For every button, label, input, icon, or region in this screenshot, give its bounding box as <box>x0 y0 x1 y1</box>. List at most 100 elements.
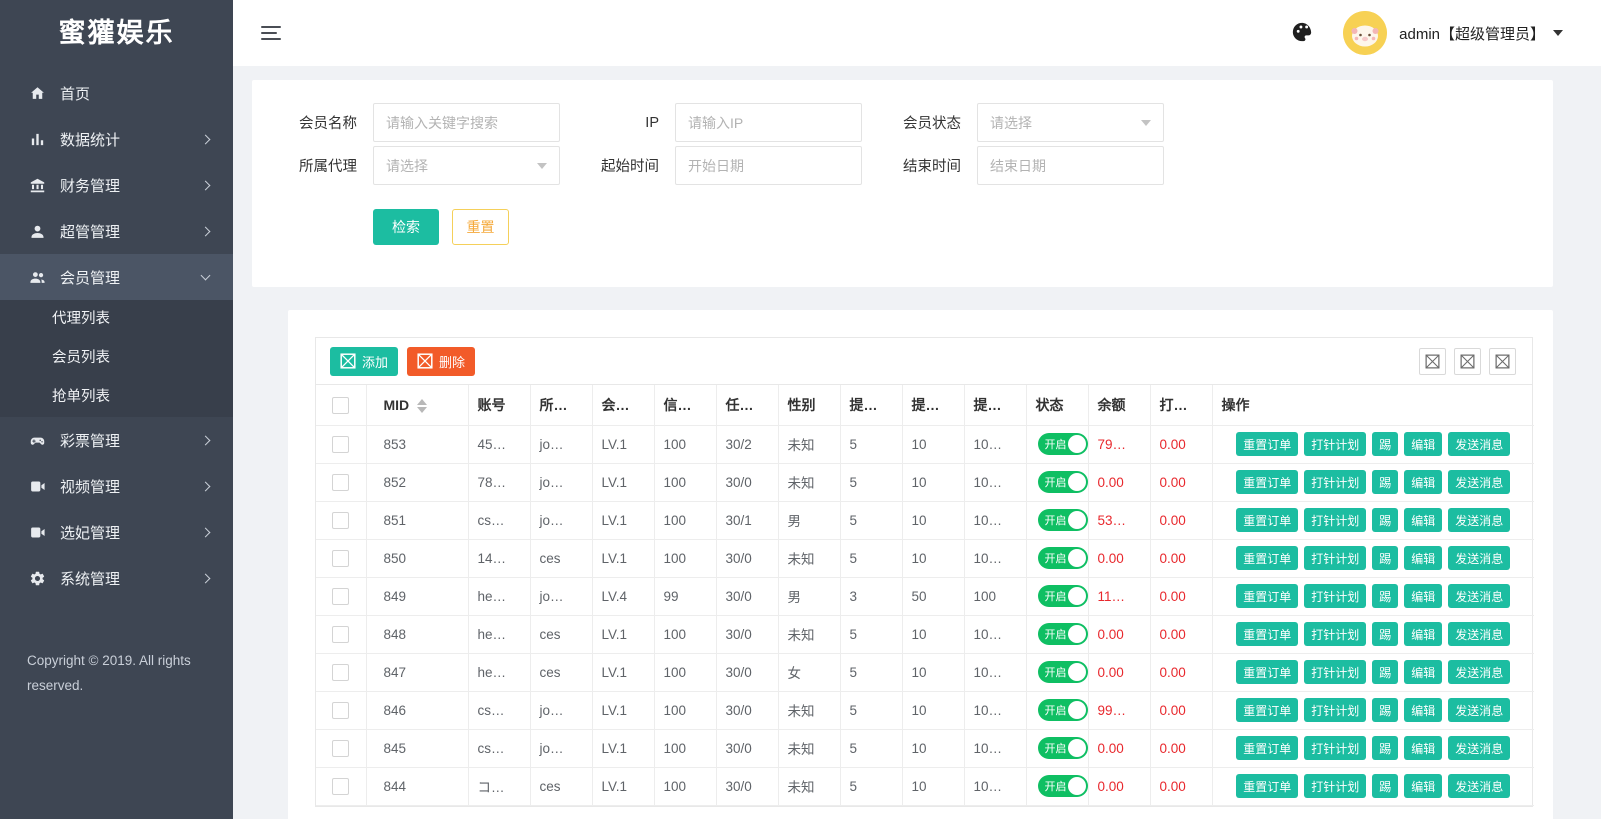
reset-button[interactable]: 重置 <box>452 209 509 245</box>
agent-select[interactable]: 请选择 <box>373 146 560 185</box>
table-tool-button-1[interactable] <box>1419 348 1446 375</box>
kick-button[interactable]: 踢 <box>1372 584 1398 608</box>
send-message-button[interactable]: 发送消息 <box>1448 584 1510 608</box>
kick-button[interactable]: 踢 <box>1372 660 1398 684</box>
sidebar-item-members[interactable]: 会员管理 <box>0 254 233 300</box>
user-avatar[interactable] <box>1343 11 1387 55</box>
kick-button[interactable]: 踢 <box>1372 508 1398 532</box>
reset-order-button[interactable]: 重置订单 <box>1236 736 1298 760</box>
edit-button[interactable]: 编辑 <box>1404 660 1442 684</box>
kick-button[interactable]: 踢 <box>1372 432 1398 456</box>
reset-order-button[interactable]: 重置订单 <box>1236 432 1298 456</box>
edit-button[interactable]: 编辑 <box>1404 546 1442 570</box>
inject-plan-button[interactable]: 打针计划 <box>1304 774 1366 798</box>
sidebar-item-video[interactable]: 视频管理 <box>0 463 233 509</box>
send-message-button[interactable]: 发送消息 <box>1448 622 1510 646</box>
row-checkbox[interactable] <box>332 474 349 491</box>
user-name[interactable]: admin【超级管理员】 <box>1399 23 1545 44</box>
kick-button[interactable]: 踢 <box>1372 698 1398 722</box>
row-checkbox[interactable] <box>332 702 349 719</box>
sidebar-item-finance[interactable]: 财务管理 <box>0 162 233 208</box>
edit-button[interactable]: 编辑 <box>1404 470 1442 494</box>
row-checkbox[interactable] <box>332 664 349 681</box>
member-name-input[interactable] <box>373 103 560 142</box>
end-time-input[interactable] <box>977 146 1164 185</box>
send-message-button[interactable]: 发送消息 <box>1448 774 1510 798</box>
inject-plan-button[interactable]: 打针计划 <box>1304 698 1366 722</box>
search-button[interactable]: 检索 <box>373 209 439 245</box>
sidebar-item-home[interactable]: 首页 <box>0 70 233 116</box>
kick-button[interactable]: 踢 <box>1372 774 1398 798</box>
theme-palette-icon[interactable] <box>1291 21 1315 45</box>
user-menu-caret-icon[interactable] <box>1553 30 1563 36</box>
inject-plan-button[interactable]: 打针计划 <box>1304 546 1366 570</box>
edit-button[interactable]: 编辑 <box>1404 432 1442 456</box>
status-toggle[interactable]: 开启 <box>1038 699 1088 721</box>
sidebar-subitem-grab-list[interactable]: 抢单列表 <box>0 378 233 417</box>
sidebar-subitem-member-list[interactable]: 会员列表 <box>0 339 233 378</box>
reset-order-button[interactable]: 重置订单 <box>1236 774 1298 798</box>
header-mid[interactable]: MID <box>366 385 468 425</box>
inject-plan-button[interactable]: 打针计划 <box>1304 660 1366 684</box>
sort-icon[interactable] <box>417 399 427 413</box>
delete-button[interactable]: 删除 <box>407 347 475 376</box>
status-toggle[interactable]: 开启 <box>1038 547 1088 569</box>
start-time-input[interactable] <box>675 146 862 185</box>
inject-plan-button[interactable]: 打针计划 <box>1304 432 1366 456</box>
kick-button[interactable]: 踢 <box>1372 736 1398 760</box>
status-toggle[interactable]: 开启 <box>1038 433 1088 455</box>
row-checkbox[interactable] <box>332 588 349 605</box>
send-message-button[interactable]: 发送消息 <box>1448 546 1510 570</box>
kick-button[interactable]: 踢 <box>1372 622 1398 646</box>
send-message-button[interactable]: 发送消息 <box>1448 698 1510 722</box>
kick-button[interactable]: 踢 <box>1372 470 1398 494</box>
reset-order-button[interactable]: 重置订单 <box>1236 470 1298 494</box>
status-toggle[interactable]: 开启 <box>1038 471 1088 493</box>
edit-button[interactable]: 编辑 <box>1404 508 1442 532</box>
reset-order-button[interactable]: 重置订单 <box>1236 622 1298 646</box>
sidebar-subitem-agent-list[interactable]: 代理列表 <box>0 300 233 339</box>
table-tool-button-2[interactable] <box>1454 348 1481 375</box>
ip-input[interactable] <box>675 103 862 142</box>
sidebar-item-stats[interactable]: 数据统计 <box>0 116 233 162</box>
reset-order-button[interactable]: 重置订单 <box>1236 698 1298 722</box>
send-message-button[interactable]: 发送消息 <box>1448 470 1510 494</box>
status-toggle[interactable]: 开启 <box>1038 623 1088 645</box>
send-message-button[interactable]: 发送消息 <box>1448 432 1510 456</box>
select-all-checkbox[interactable] <box>332 397 349 414</box>
edit-button[interactable]: 编辑 <box>1404 622 1442 646</box>
reset-order-button[interactable]: 重置订单 <box>1236 546 1298 570</box>
reset-order-button[interactable]: 重置订单 <box>1236 584 1298 608</box>
edit-button[interactable]: 编辑 <box>1404 698 1442 722</box>
sidebar-item-system[interactable]: 系统管理 <box>0 555 233 601</box>
edit-button[interactable]: 编辑 <box>1404 584 1442 608</box>
status-toggle[interactable]: 开启 <box>1038 585 1088 607</box>
reset-order-button[interactable]: 重置订单 <box>1236 508 1298 532</box>
status-toggle[interactable]: 开启 <box>1038 661 1088 683</box>
row-checkbox[interactable] <box>332 550 349 567</box>
member-status-select[interactable]: 请选择 <box>977 103 1164 142</box>
reset-order-button[interactable]: 重置订单 <box>1236 660 1298 684</box>
kick-button[interactable]: 踢 <box>1372 546 1398 570</box>
status-toggle[interactable]: 开启 <box>1038 737 1088 759</box>
row-checkbox[interactable] <box>332 740 349 757</box>
edit-button[interactable]: 编辑 <box>1404 736 1442 760</box>
table-tool-button-3[interactable] <box>1489 348 1516 375</box>
inject-plan-button[interactable]: 打针计划 <box>1304 736 1366 760</box>
sidebar-item-concubine[interactable]: 选妃管理 <box>0 509 233 555</box>
inject-plan-button[interactable]: 打针计划 <box>1304 508 1366 532</box>
sidebar-item-superadmin[interactable]: 超管管理 <box>0 208 233 254</box>
add-button[interactable]: 添加 <box>330 347 398 376</box>
row-checkbox[interactable] <box>332 778 349 795</box>
status-toggle[interactable]: 开启 <box>1038 509 1088 531</box>
row-checkbox[interactable] <box>332 626 349 643</box>
inject-plan-button[interactable]: 打针计划 <box>1304 470 1366 494</box>
row-checkbox[interactable] <box>332 436 349 453</box>
inject-plan-button[interactable]: 打针计划 <box>1304 622 1366 646</box>
inject-plan-button[interactable]: 打针计划 <box>1304 584 1366 608</box>
sidebar-item-lottery[interactable]: 彩票管理 <box>0 417 233 463</box>
send-message-button[interactable]: 发送消息 <box>1448 508 1510 532</box>
edit-button[interactable]: 编辑 <box>1404 774 1442 798</box>
row-checkbox[interactable] <box>332 512 349 529</box>
send-message-button[interactable]: 发送消息 <box>1448 736 1510 760</box>
